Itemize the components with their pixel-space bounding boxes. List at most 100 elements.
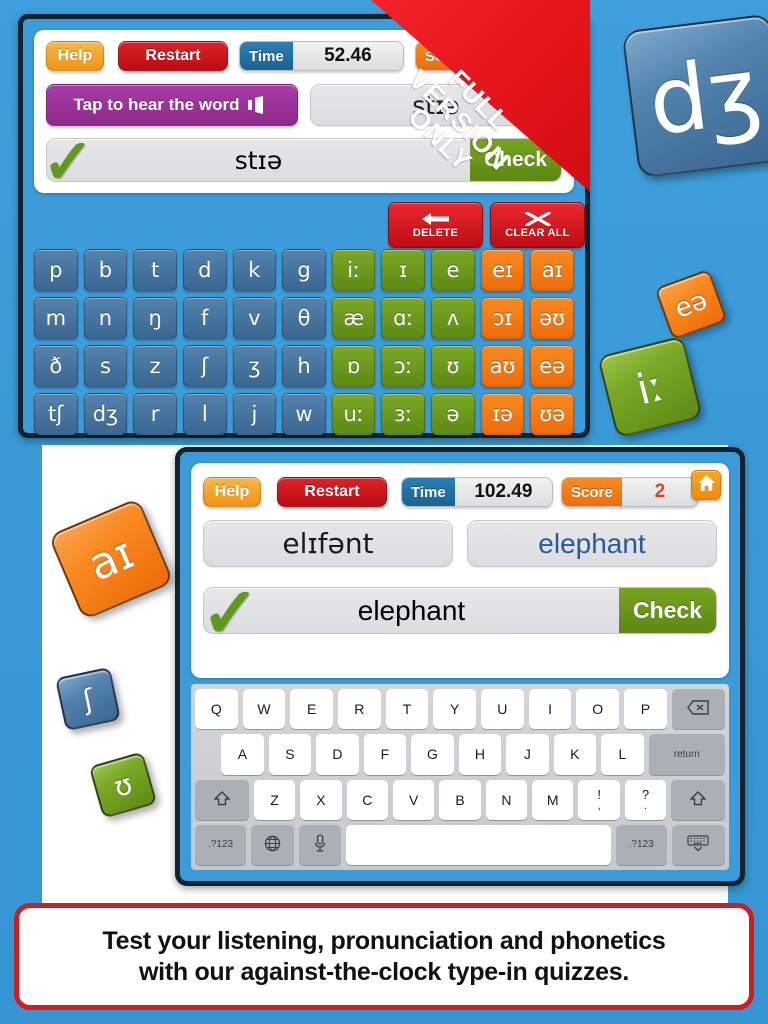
key-H[interactable]: H [458, 734, 502, 775]
ipa-key-p[interactable]: p [34, 249, 78, 291]
ipa-key-m[interactable]: m [34, 297, 78, 339]
key-D[interactable]: D [316, 734, 359, 775]
ipa-key-ð[interactable]: ð [34, 345, 78, 387]
key-K[interactable]: K [553, 734, 597, 775]
ipa-key-ʒ[interactable]: ʒ [232, 345, 277, 387]
ipa-key-e[interactable]: e [431, 249, 475, 291]
key-T[interactable]: T [385, 689, 429, 730]
ipa-key-j[interactable]: j [232, 393, 277, 435]
hide-keyboard-key[interactable] [671, 824, 725, 865]
key-B[interactable]: B [439, 779, 481, 820]
key-M[interactable]: M [532, 779, 574, 820]
return-key[interactable]: return [648, 734, 726, 775]
globe-key[interactable] [251, 824, 294, 865]
ipa-key-ŋ[interactable]: ŋ [133, 297, 177, 339]
help-button-2[interactable]: Help [203, 477, 261, 507]
ipa-key-əʊ[interactable]: əʊ [530, 297, 575, 339]
ipa-key-ʌ[interactable]: ʌ [431, 297, 475, 339]
ipa-key-r[interactable]: r [133, 393, 177, 435]
ipa-key-aʊ[interactable]: aʊ [480, 345, 525, 387]
ipa-key-θ[interactable]: θ [282, 297, 326, 339]
key-V[interactable]: V [392, 779, 435, 820]
key-?.[interactable]: ?. [624, 779, 667, 820]
ipa-key-v[interactable]: v [232, 297, 277, 339]
ipa-row-2[interactable]: m n ŋ f v θ æ ɑː ʌ ɔɪ əʊ [34, 297, 575, 339]
help-button[interactable]: Help [46, 41, 104, 71]
shift-key-left[interactable] [195, 779, 249, 820]
key-Z[interactable]: Z [253, 779, 296, 820]
ipa-key-n[interactable]: n [83, 297, 128, 339]
key-F[interactable]: F [363, 734, 407, 775]
key-L[interactable]: L [601, 734, 644, 775]
ipa-key-ɑː[interactable]: ɑː [381, 297, 426, 339]
shift-key-right[interactable] [671, 779, 725, 820]
ipa-key-ɪə[interactable]: ɪə [480, 393, 525, 435]
key-N[interactable]: N [485, 779, 528, 820]
key-A[interactable]: A [221, 734, 264, 775]
ipa-key-t[interactable]: t [133, 249, 177, 291]
clear-all-button[interactable]: CLEAR ALL [490, 202, 585, 248]
microphone-key[interactable] [298, 824, 342, 865]
key-Y[interactable]: Y [433, 689, 477, 730]
ipa-key-k[interactable]: k [232, 249, 277, 291]
restart-button[interactable]: Restart [118, 41, 228, 71]
ipa-key-ʃ[interactable]: ʃ [182, 345, 227, 387]
ipa-key-h[interactable]: h [282, 345, 326, 387]
ipa-key-g[interactable]: g [282, 249, 326, 291]
onscreen-keyboard[interactable]: QWERTYUIOP A S D F G H J K Lreturn Z X C V B N M!,?. .… [191, 684, 729, 870]
ipa-key-tʃ[interactable]: tʃ [34, 393, 78, 435]
ipa-key-uː[interactable]: uː [331, 393, 376, 435]
ipa-key-s[interactable]: s [83, 345, 128, 387]
key-X[interactable]: X [300, 779, 342, 820]
key-Q[interactable]: Q [194, 689, 238, 730]
ipa-row-4[interactable]: tʃ dʒ r l j w uː ɜː ə ɪə ʊə [34, 393, 575, 435]
numbers-key-left[interactable]: .?123 [195, 824, 247, 865]
key-!,[interactable]: !, [578, 779, 620, 820]
ipa-key-ɜː[interactable]: ɜː [381, 393, 426, 435]
key-O[interactable]: O [576, 689, 620, 730]
check-button[interactable]: Check [469, 139, 561, 181]
keyboard-row-1[interactable]: QWERTYUIOP [194, 689, 726, 730]
keyboard-row-3[interactable]: Z X C V B N M!,?. [195, 779, 725, 820]
delete-button[interactable]: DELETE [388, 202, 483, 248]
key-E[interactable]: E [290, 689, 333, 730]
ipa-key-ɔɪ[interactable]: ɔɪ [480, 297, 525, 339]
ipa-key-z[interactable]: z [133, 345, 177, 387]
ipa-row-1[interactable]: p b t d k g iː ɪ e eɪ aɪ [34, 249, 575, 291]
ipa-key-l[interactable]: l [182, 393, 227, 435]
key-I[interactable]: I [528, 689, 572, 730]
key-G[interactable]: G [411, 734, 454, 775]
ipa-key-ɪ[interactable]: ɪ [381, 249, 426, 291]
ipa-key-ɔː[interactable]: ɔː [381, 345, 426, 387]
ipa-row-3[interactable]: ð s z ʃ ʒ h ɒ ɔː ʊ aʊ eə [34, 345, 575, 387]
ipa-key-iː[interactable]: iː [331, 249, 376, 291]
tap-to-hear-button[interactable]: Tap to hear the word [46, 84, 298, 126]
key-W[interactable]: W [242, 689, 286, 730]
ipa-key-dʒ[interactable]: dʒ [83, 393, 128, 435]
ipa-key-ʊə[interactable]: ʊə [530, 393, 575, 435]
ipa-key-ʊ[interactable]: ʊ [431, 345, 475, 387]
keyboard-row-4[interactable]: .?123 .?123 [195, 824, 725, 865]
ipa-key-eə[interactable]: eə [530, 345, 575, 387]
restart-button-2[interactable]: Restart [277, 477, 387, 507]
ipa-key-d[interactable]: d [182, 249, 227, 291]
key-R[interactable]: R [338, 689, 381, 730]
check-button-2[interactable]: Check [618, 588, 716, 633]
ipa-key-w[interactable]: w [282, 393, 326, 435]
keyboard-row-2[interactable]: A S D F G H J K Lreturn [195, 734, 726, 775]
home-button[interactable] [691, 470, 721, 500]
key-P[interactable]: P [624, 689, 667, 730]
key-J[interactable]: J [506, 734, 549, 775]
space-key[interactable] [346, 824, 611, 865]
ipa-key-eɪ[interactable]: eɪ [480, 249, 525, 291]
key-S[interactable]: S [268, 734, 312, 775]
key-U[interactable]: U [481, 689, 524, 730]
ipa-key-aɪ[interactable]: aɪ [530, 249, 575, 291]
ipa-key-f[interactable]: f [182, 297, 227, 339]
ipa-keyboard[interactable]: p b t d k g iː ɪ e eɪ aɪ m n ŋ f v θ æ ɑː ʌ ɔɪ əʊ ð s z ʃ ʒ h ɒ ɔː ʊ aʊ… [34, 249, 575, 441]
ipa-key-b[interactable]: b [83, 249, 128, 291]
backspace-key[interactable] [671, 689, 726, 730]
ipa-key-æ[interactable]: æ [331, 297, 376, 339]
numbers-key-right[interactable]: .?123 [615, 824, 667, 865]
ipa-key-ə[interactable]: ə [431, 393, 475, 435]
